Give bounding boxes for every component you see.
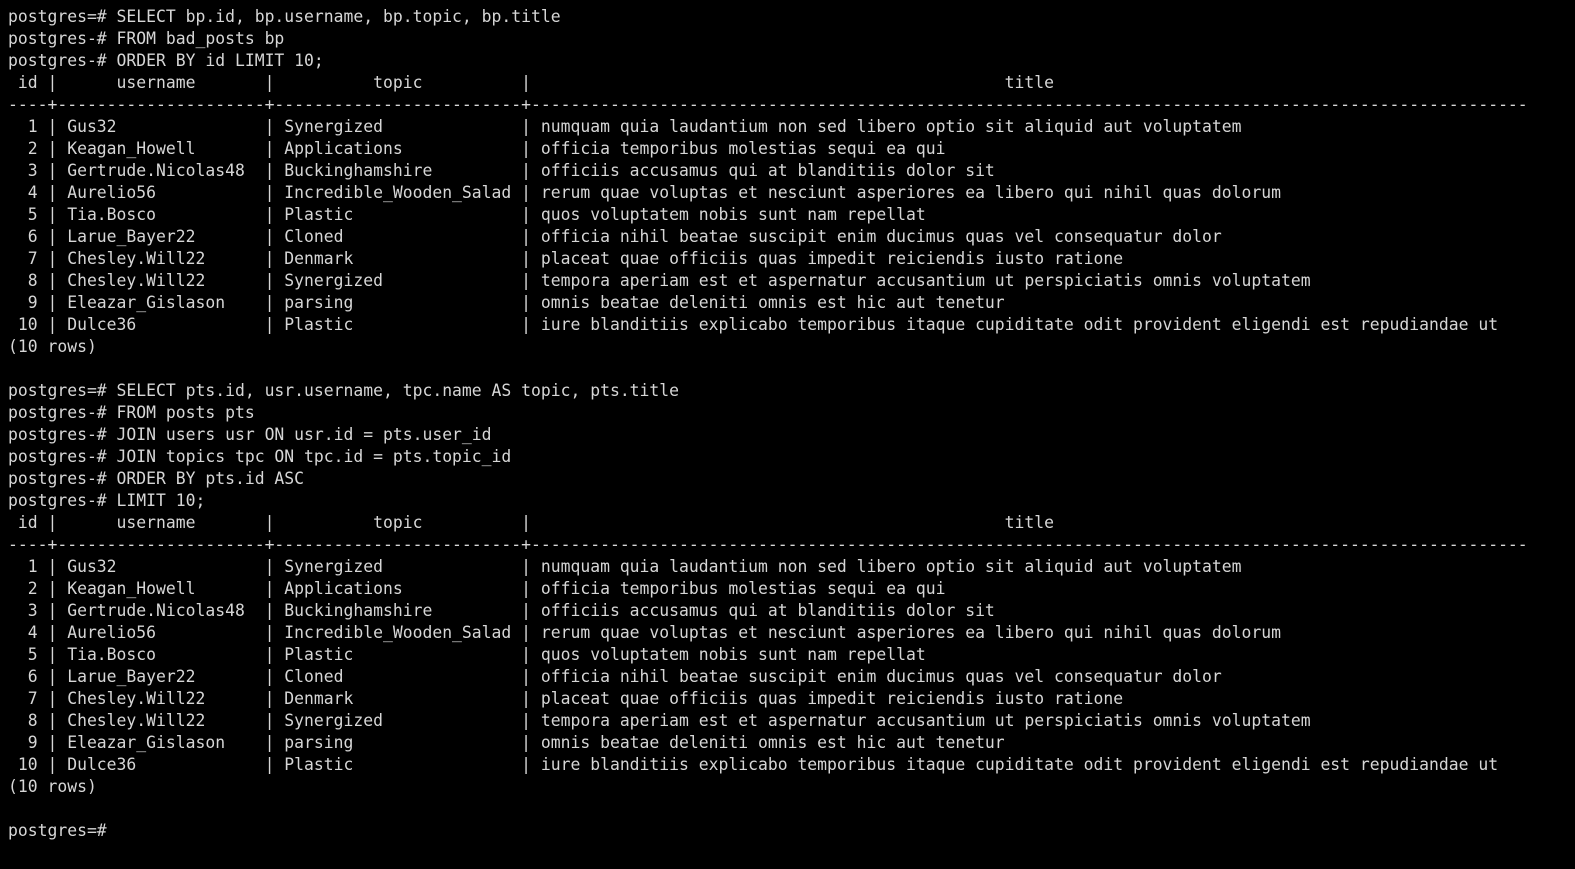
row-count-label: (10 rows): [8, 777, 97, 796]
sql-query-line: postgres-# FROM posts pts: [8, 403, 255, 422]
table-row: 7 | Chesley.Will22 | Denmark | placeat q…: [8, 249, 1124, 268]
sql-query-line: postgres=# SELECT bp.id, bp.username, bp…: [8, 7, 561, 26]
table-row: 7 | Chesley.Will22 | Denmark | placeat q…: [8, 689, 1124, 708]
table-row: 6 | Larue_Bayer22 | Cloned | officia nih…: [8, 667, 1222, 686]
table-row: 9 | Eleazar_Gislason | parsing | omnis b…: [8, 293, 1005, 312]
table-row: 1 | Gus32 | Synergized | numquam quia la…: [8, 117, 1242, 136]
result-table-separator: ----+---------------------+-------------…: [8, 535, 1528, 554]
table-row: 2 | Keagan_Howell | Applications | offic…: [8, 139, 946, 158]
table-row: 10 | Dulce36 | Plastic | iure blanditiis…: [8, 315, 1499, 334]
sql-query-line: postgres-# LIMIT 10;: [8, 491, 206, 510]
table-row: 1 | Gus32 | Synergized | numquam quia la…: [8, 557, 1242, 576]
sql-query-line: postgres-# JOIN topics tpc ON tpc.id = p…: [8, 447, 512, 466]
table-row: 4 | Aurelio56 | Incredible_Wooden_Salad …: [8, 623, 1281, 642]
table-row: 5 | Tia.Bosco | Plastic | quos voluptate…: [8, 645, 926, 664]
sql-query-line: postgres=# SELECT pts.id, usr.username, …: [8, 381, 680, 400]
result-table-separator: ----+---------------------+-------------…: [8, 95, 1528, 114]
sql-query-line: postgres-# ORDER BY id LIMIT 10;: [8, 51, 324, 70]
table-row: 8 | Chesley.Will22 | Synergized | tempor…: [8, 271, 1311, 290]
final-prompt[interactable]: postgres=#: [8, 820, 1575, 842]
row-count-label: (10 rows): [8, 337, 97, 356]
sql-query-line: postgres-# FROM bad_posts bp: [8, 29, 285, 48]
table-row: 5 | Tia.Bosco | Plastic | quos voluptate…: [8, 205, 926, 224]
table-row: 2 | Keagan_Howell | Applications | offic…: [8, 579, 946, 598]
table-row: 4 | Aurelio56 | Incredible_Wooden_Salad …: [8, 183, 1281, 202]
sql-query-line: postgres-# ORDER BY pts.id ASC: [8, 469, 305, 488]
table-row: 3 | Gertrude.Nicolas48 | Buckinghamshire…: [8, 601, 995, 620]
sql-query-line: postgres-# JOIN users usr ON usr.id = pt…: [8, 425, 492, 444]
terminal-screen[interactable]: postgres=# SELECT bp.id, bp.username, bp…: [0, 0, 1575, 869]
table-row: 10 | Dulce36 | Plastic | iure blanditiis…: [8, 755, 1499, 774]
result-table-header: id | username | topic | title: [8, 73, 1528, 92]
table-row: 6 | Larue_Bayer22 | Cloned | officia nih…: [8, 227, 1222, 246]
table-row: 8 | Chesley.Will22 | Synergized | tempor…: [8, 711, 1311, 730]
result-table-header: id | username | topic | title: [8, 513, 1528, 532]
table-row: 9 | Eleazar_Gislason | parsing | omnis b…: [8, 733, 1005, 752]
table-row: 3 | Gertrude.Nicolas48 | Buckinghamshire…: [8, 161, 995, 180]
